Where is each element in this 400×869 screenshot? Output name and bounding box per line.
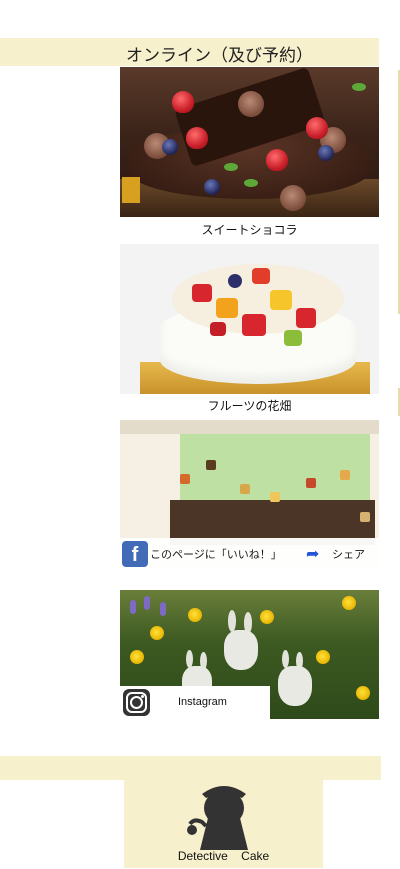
strawberry: [242, 314, 266, 336]
brand-name: Detective Cake: [177, 849, 270, 863]
section-title: オンライン（及び予約）: [126, 46, 313, 66]
raspberry: [210, 322, 226, 336]
strawberry: [252, 268, 270, 284]
marigold: [356, 686, 370, 700]
shelf-item: [270, 492, 280, 502]
rabbit-ear: [282, 650, 289, 668]
blueberry: [204, 179, 220, 195]
marigold: [260, 610, 274, 624]
ceiling: [120, 420, 379, 434]
kiwi: [284, 330, 302, 346]
shelf-item: [360, 512, 370, 522]
share-arrow-icon[interactable]: ➦: [306, 544, 319, 563]
shelf-item: [306, 478, 316, 488]
pineapple: [270, 290, 292, 310]
gold-decoration: [122, 177, 140, 203]
rabbit-statue: [278, 666, 312, 706]
brand-logo[interactable]: Detective Cake: [124, 780, 323, 868]
lavender: [160, 602, 166, 616]
detective-silhouette-icon: [187, 786, 248, 850]
cream-swirl: [238, 91, 264, 117]
mint-leaf: [224, 163, 238, 171]
strawberry: [172, 91, 194, 113]
instagram-link[interactable]: Instagram: [178, 696, 227, 708]
shelf-item: [240, 484, 250, 494]
strawberry: [296, 308, 316, 328]
shelf-item: [206, 460, 216, 470]
marigold: [150, 626, 164, 640]
blueberry: [318, 145, 334, 161]
mint-leaf: [352, 83, 366, 91]
cream-swirl: [280, 185, 306, 211]
blueberry: [228, 274, 242, 288]
marigold: [130, 650, 144, 664]
blueberry: [162, 139, 178, 155]
shelf-item: [340, 470, 350, 480]
mint-leaf: [244, 179, 258, 187]
mango: [216, 298, 238, 318]
facebook-icon[interactable]: f: [122, 541, 148, 567]
strawberry: [186, 127, 208, 149]
facebook-share-link[interactable]: シェア: [332, 546, 365, 562]
strawberry: [192, 284, 212, 302]
product-caption[interactable]: スイートショコラ: [120, 221, 379, 238]
marigold: [188, 608, 202, 622]
footer-band: [0, 756, 381, 780]
lavender: [144, 596, 150, 610]
rabbit-ear: [228, 610, 236, 632]
strawberry: [306, 117, 328, 139]
marigold: [316, 650, 330, 664]
product-image-sweet-chocolat[interactable]: [120, 67, 379, 217]
rabbit-statue: [224, 630, 258, 670]
product-image-fruit-garden[interactable]: [120, 244, 379, 394]
shelf-item: [180, 474, 190, 484]
marigold: [342, 596, 356, 610]
instagram-icon[interactable]: [123, 689, 150, 716]
lavender: [130, 600, 136, 614]
strawberry: [266, 149, 288, 171]
facebook-share-bar: f このページに「いいね！」 ➦ シェア: [120, 538, 379, 570]
instagram-bar: Instagram: [120, 686, 270, 719]
facebook-like-link[interactable]: このページに「いいね！」: [150, 546, 282, 562]
product-caption[interactable]: フルーツの花畑: [120, 397, 379, 414]
section-banner: オンライン（及び予約）: [0, 38, 379, 66]
